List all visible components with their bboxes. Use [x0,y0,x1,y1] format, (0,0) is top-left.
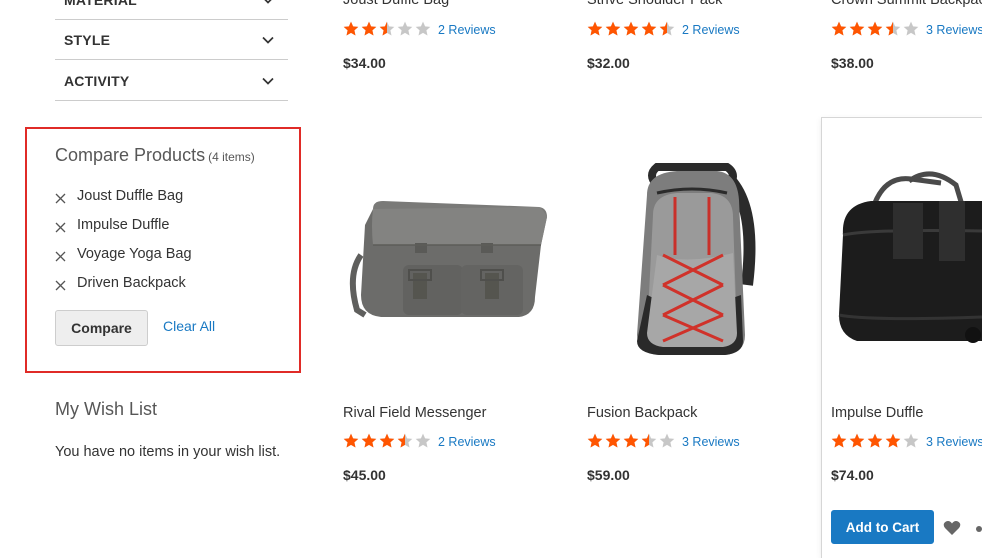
compare-button[interactable]: Compare [55,310,148,346]
star-icon [587,21,603,36]
product-image-messenger-bag[interactable] [343,145,553,363]
star-icon [397,21,413,36]
star-icon [361,21,377,36]
star-icon [379,21,395,36]
star-icon [623,433,639,448]
star-icon [397,433,413,448]
product-price: $59.00 [587,467,630,483]
rating-stars [343,433,433,454]
star-icon [343,21,359,36]
product-name-link[interactable]: Fusion Backpack [587,405,697,421]
remove-icon[interactable] [55,279,66,291]
star-icon [641,21,657,36]
star-icon [903,433,919,448]
star-icon [867,21,883,36]
star-icon [415,433,431,448]
wishlist-empty-text: You have no items in your wish list. [55,444,281,460]
reviews-link[interactable]: 3 Reviews [926,435,982,449]
filter-style[interactable]: STYLE [55,20,288,60]
star-icon [361,433,377,448]
product-name-link[interactable]: Strive Shoulder Pack [587,0,722,8]
star-icon [343,433,359,448]
star-icon [415,21,431,36]
filter-label: ACTIVITY [64,73,130,89]
wishlist-title: My Wish List [55,399,158,419]
reviews-link[interactable]: 3 Reviews [682,435,740,449]
remove-icon[interactable] [55,221,66,233]
filter-label: STYLE [64,32,111,48]
reviews-link[interactable]: 2 Reviews [438,23,496,37]
heart-icon[interactable] [943,520,961,536]
product-price: $74.00 [831,467,874,483]
chevron-down-icon [262,0,274,6]
compare-item-label[interactable]: Impulse Duffle [77,217,169,233]
product-price: $45.00 [343,467,386,483]
star-icon [867,433,883,448]
rating-stars [587,21,677,42]
product-price: $32.00 [587,55,630,71]
product-image-impulse-duffle[interactable] [831,145,982,363]
chevron-down-icon [262,34,274,46]
product-image-fusion-backpack[interactable] [587,145,797,363]
product-name-link[interactable]: Rival Field Messenger [343,405,486,421]
clear-all-link[interactable]: Clear All [163,318,215,334]
star-icon [659,433,675,448]
star-icon [587,433,603,448]
star-icon [831,433,847,448]
product-name-link[interactable]: Crown Summit Backpack [831,0,982,8]
reviews-link[interactable]: 2 Reviews [682,23,740,37]
add-to-cart-button[interactable]: Add to Cart [831,510,934,544]
rating-stars [587,433,677,454]
star-icon [885,21,901,36]
compare-title-text: Compare Products [55,145,206,165]
star-icon [831,21,847,36]
reviews-link[interactable]: 3 Reviews [926,23,982,37]
star-icon [659,21,675,36]
star-icon [903,21,919,36]
star-icon [885,433,901,448]
remove-icon[interactable] [55,192,66,204]
star-icon [379,433,395,448]
rating-stars [831,21,921,42]
star-icon [605,433,621,448]
star-icon [641,433,657,448]
rating-stars [343,21,433,42]
product-name-link[interactable]: Joust Duffle Bag [343,0,449,8]
star-icon [623,21,639,36]
filter-material[interactable]: MATERIAL [55,0,288,20]
product-name-link[interactable]: Impulse Duffle [831,405,923,421]
chevron-down-icon [262,75,274,87]
reviews-link[interactable]: 2 Reviews [438,435,496,449]
star-icon [849,21,865,36]
product-price: $34.00 [343,55,386,71]
star-icon [605,21,621,36]
compare-count: (4 items) [208,150,255,164]
compare-item-label[interactable]: Driven Backpack [77,275,186,291]
compare-item-label[interactable]: Joust Duffle Bag [77,188,183,204]
rating-stars [831,433,921,454]
product-price: $38.00 [831,55,874,71]
compare-icon[interactable] [976,526,982,532]
compare-item-label[interactable]: Voyage Yoga Bag [77,246,192,262]
filter-label: MATERIAL [64,0,137,8]
remove-icon[interactable] [55,250,66,262]
compare-products-title: Compare Products (4 items) [55,145,255,166]
filter-activity[interactable]: ACTIVITY [55,61,288,101]
star-icon [849,433,865,448]
